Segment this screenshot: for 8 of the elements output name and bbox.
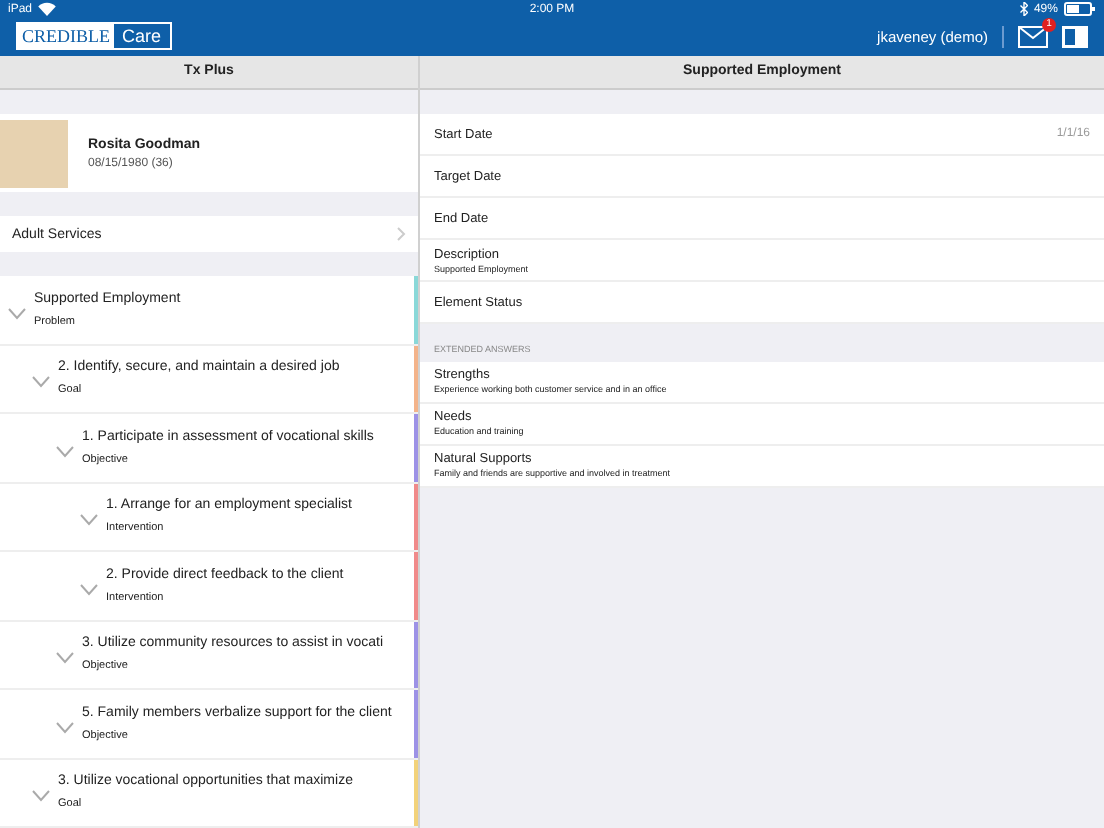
bluetooth-icon <box>1019 2 1028 16</box>
battery-icon <box>1063 2 1096 16</box>
wifi-icon <box>38 2 57 16</box>
credible-care-logo: CREDIBLE Care <box>16 22 172 50</box>
sidebar-icon[interactable] <box>1062 25 1088 47</box>
chevron-right-icon <box>396 226 406 243</box>
envelope-icon <box>1018 25 1048 47</box>
photo-placeholder <box>0 119 68 188</box>
